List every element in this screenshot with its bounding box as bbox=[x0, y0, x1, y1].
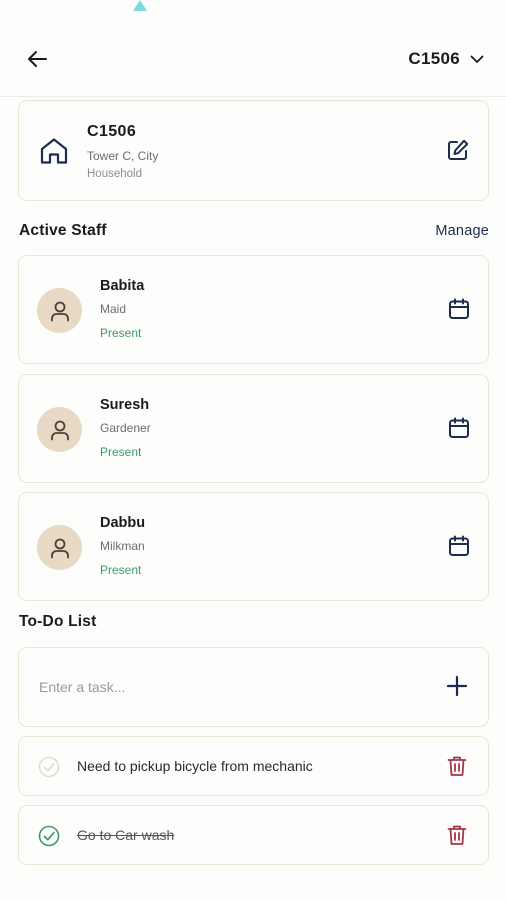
staff-status: Present bbox=[100, 326, 142, 340]
active-staff-heading: Active Staff bbox=[19, 222, 107, 239]
avatar bbox=[37, 288, 82, 333]
staff-role: Maid bbox=[100, 302, 127, 316]
todo-item: Need to pickup bicycle from mechanic bbox=[18, 736, 489, 796]
check-circle-icon bbox=[38, 756, 60, 778]
home-icon bbox=[40, 138, 68, 164]
arrow-left-icon bbox=[28, 51, 47, 67]
calendar-icon bbox=[449, 298, 469, 319]
edit-property-button[interactable] bbox=[447, 139, 469, 166]
staff-calendar-button[interactable] bbox=[448, 298, 470, 325]
top-bar: C1506 bbox=[0, 36, 506, 82]
todo-checkbox[interactable] bbox=[38, 756, 60, 783]
property-title: C1506 bbox=[87, 123, 137, 140]
staff-status: Present bbox=[100, 445, 142, 459]
unit-selector-label: C1506 bbox=[408, 49, 460, 68]
staff-name: Dabbu bbox=[100, 515, 146, 531]
status-bar-indicator bbox=[133, 0, 147, 11]
check-circle-icon bbox=[38, 825, 60, 847]
header-divider bbox=[0, 96, 506, 97]
task-input-card bbox=[18, 647, 489, 727]
staff-name: Babita bbox=[100, 278, 145, 294]
todo-item: Go to Car wash bbox=[18, 805, 489, 865]
trash-icon bbox=[447, 825, 467, 845]
avatar bbox=[37, 525, 82, 570]
todo-checkbox[interactable] bbox=[38, 825, 60, 852]
property-address: Tower C, City bbox=[87, 149, 159, 163]
delete-todo-button[interactable] bbox=[447, 755, 467, 782]
staff-calendar-button[interactable] bbox=[448, 535, 470, 562]
unit-selector[interactable]: C1506 bbox=[408, 49, 484, 69]
staff-card[interactable]: Babita Maid Present bbox=[18, 255, 489, 364]
edit-icon bbox=[448, 139, 469, 160]
staff-role: Gardener bbox=[100, 421, 151, 435]
todo-heading: To-Do List bbox=[19, 613, 97, 630]
back-button[interactable] bbox=[24, 46, 50, 72]
user-icon bbox=[50, 420, 69, 440]
staff-card[interactable]: Dabbu Milkman Present bbox=[18, 492, 489, 601]
todo-text: Need to pickup bicycle from mechanic bbox=[77, 758, 313, 774]
property-type: Household bbox=[87, 168, 142, 180]
staff-status: Present bbox=[100, 563, 142, 577]
property-card: C1506 Tower C, City Household bbox=[18, 100, 489, 201]
avatar bbox=[37, 407, 82, 452]
todo-text: Go to Car wash bbox=[77, 827, 175, 843]
add-task-button[interactable] bbox=[446, 675, 468, 702]
staff-card[interactable]: Suresh Gardener Present bbox=[18, 374, 489, 483]
plus-icon bbox=[446, 675, 468, 697]
chevron-down-icon bbox=[470, 55, 484, 63]
staff-role: Milkman bbox=[100, 539, 145, 553]
manage-staff-link[interactable]: Manage bbox=[435, 223, 489, 239]
delete-todo-button[interactable] bbox=[447, 824, 467, 851]
staff-name: Suresh bbox=[100, 397, 150, 413]
user-icon bbox=[50, 538, 69, 558]
trash-icon bbox=[447, 756, 467, 776]
task-input[interactable] bbox=[39, 674, 419, 700]
user-icon bbox=[50, 301, 69, 321]
calendar-icon bbox=[449, 417, 469, 438]
calendar-icon bbox=[449, 535, 469, 556]
staff-calendar-button[interactable] bbox=[448, 417, 470, 444]
